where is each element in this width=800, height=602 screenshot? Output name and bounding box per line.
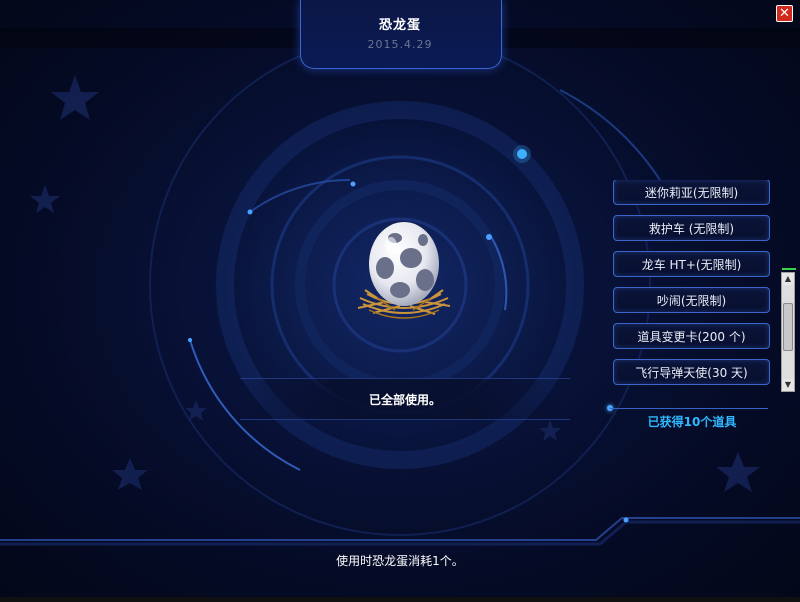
acquired-divider [610,408,768,409]
reward-list: 迷你莉亚(无限制) 救护车 (无限制) 龙车 HT+(无限制) 吵闹(无限制) … [612,180,772,392]
window-title: 恐龙蛋 [378,18,421,33]
reward-item[interactable]: 龙车 HT+(无限制) [613,251,770,277]
reward-item[interactable]: 吵闹(无限制) [613,287,770,313]
scroll-down-icon[interactable]: ▼ [782,379,794,391]
close-button[interactable]: ✕ [776,5,793,22]
scroll-indicator [782,268,796,270]
reward-item[interactable]: 救护车 (无限制) [613,215,770,241]
scroll-thumb[interactable] [783,303,793,351]
window-date: 2015.4.29 [367,38,433,51]
usage-note: 使用时恐龙蛋消耗1个。 [336,554,464,568]
bottom-edge [0,597,800,602]
scroll-up-icon[interactable]: ▲ [782,273,794,285]
acquired-count: 已获得10个道具 [647,415,737,429]
reward-item[interactable]: 道具变更卡(200 个) [613,323,770,349]
close-icon: ✕ [779,6,790,21]
title-tab [300,0,502,69]
status-message: 已全部使用。 [368,393,441,407]
dinosaur-egg-icon [355,218,453,326]
reward-item[interactable]: 飞行导弹天使(30 天) [613,359,770,385]
reward-scrollbar[interactable]: ▲ ▼ [781,272,795,392]
reward-item[interactable]: 迷你莉亚(无限制) [613,180,770,205]
